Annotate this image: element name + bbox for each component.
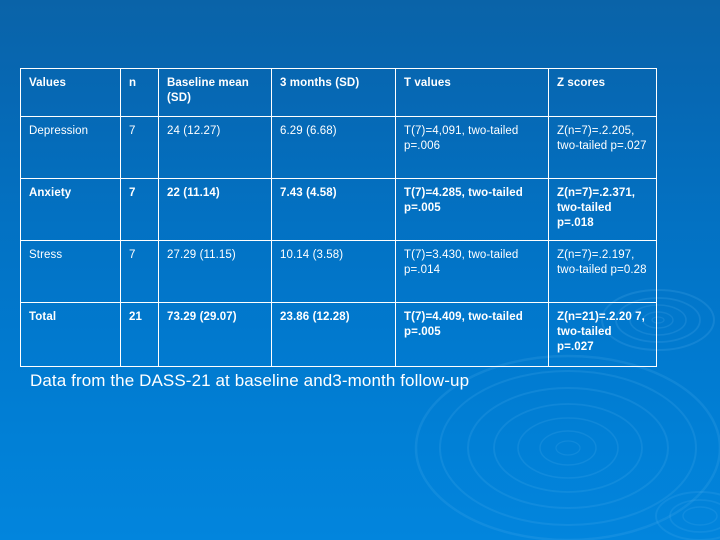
cell-baseline: 24 (12.27) bbox=[158, 116, 272, 179]
cell-t-values: T(7)=3.430, two-tailed p=.014 bbox=[395, 240, 549, 303]
cell-values: Total bbox=[20, 302, 121, 367]
cell-three-months: 10.14 (3.58) bbox=[271, 240, 396, 303]
column-header-n: n bbox=[120, 68, 159, 117]
cell-baseline: 73.29 (29.07) bbox=[158, 302, 272, 367]
cell-values: Anxiety bbox=[20, 178, 121, 241]
cell-z-scores: Z(n=7)=.2.205, two-tailed p=.027 bbox=[548, 116, 657, 179]
cell-values: Stress bbox=[20, 240, 121, 303]
column-header-three-months: 3 months (SD) bbox=[271, 68, 396, 117]
cell-n: 21 bbox=[120, 302, 159, 367]
table-header-row: Values n Baseline mean (SD) 3 months (SD… bbox=[20, 68, 657, 117]
cell-three-months: 23.86 (12.28) bbox=[271, 302, 396, 367]
slide-canvas: Values n Baseline mean (SD) 3 months (SD… bbox=[0, 0, 720, 540]
column-header-z-scores: Z scores bbox=[548, 68, 657, 117]
cell-z-scores: Z(n=7)=.2.371, two-tailed p=.018 bbox=[548, 178, 657, 241]
cell-values: Depression bbox=[20, 116, 121, 179]
column-header-baseline: Baseline mean (SD) bbox=[158, 68, 272, 117]
cell-t-values: T(7)=4,091, two-tailed p=.006 bbox=[395, 116, 549, 179]
column-header-t-values: T values bbox=[395, 68, 549, 117]
cell-three-months: 7.43 (4.58) bbox=[271, 178, 396, 241]
table-row: Total 21 73.29 (29.07) 23.86 (12.28) T(7… bbox=[20, 302, 657, 367]
table-row: Stress 7 27.29 (11.15) 10.14 (3.58) T(7)… bbox=[20, 240, 657, 303]
cell-z-scores: Z(n=21)=.2.20 7, two-tailed p=.027 bbox=[548, 302, 657, 367]
slide-caption: Data from the DASS-21 at baseline and3-m… bbox=[30, 371, 470, 390]
cell-t-values: T(7)=4.409, two-tailed p=.005 bbox=[395, 302, 549, 367]
cell-n: 7 bbox=[120, 240, 159, 303]
cell-three-months: 6.29 (6.68) bbox=[271, 116, 396, 179]
cell-baseline: 22 (11.14) bbox=[158, 178, 272, 241]
cell-n: 7 bbox=[120, 178, 159, 241]
dass21-results-table: Values n Baseline mean (SD) 3 months (SD… bbox=[20, 68, 657, 367]
cell-z-scores: Z(n=7)=.2.197, two-tailed p=0.28 bbox=[548, 240, 657, 303]
cell-t-values: T(7)=4.285, two-tailed p=.005 bbox=[395, 178, 549, 241]
cell-n: 7 bbox=[120, 116, 159, 179]
table-row: Depression 7 24 (12.27) 6.29 (6.68) T(7)… bbox=[20, 116, 657, 179]
column-header-values: Values bbox=[20, 68, 121, 117]
table-row: Anxiety 7 22 (11.14) 7.43 (4.58) T(7)=4.… bbox=[20, 178, 657, 241]
cell-baseline: 27.29 (11.15) bbox=[158, 240, 272, 303]
